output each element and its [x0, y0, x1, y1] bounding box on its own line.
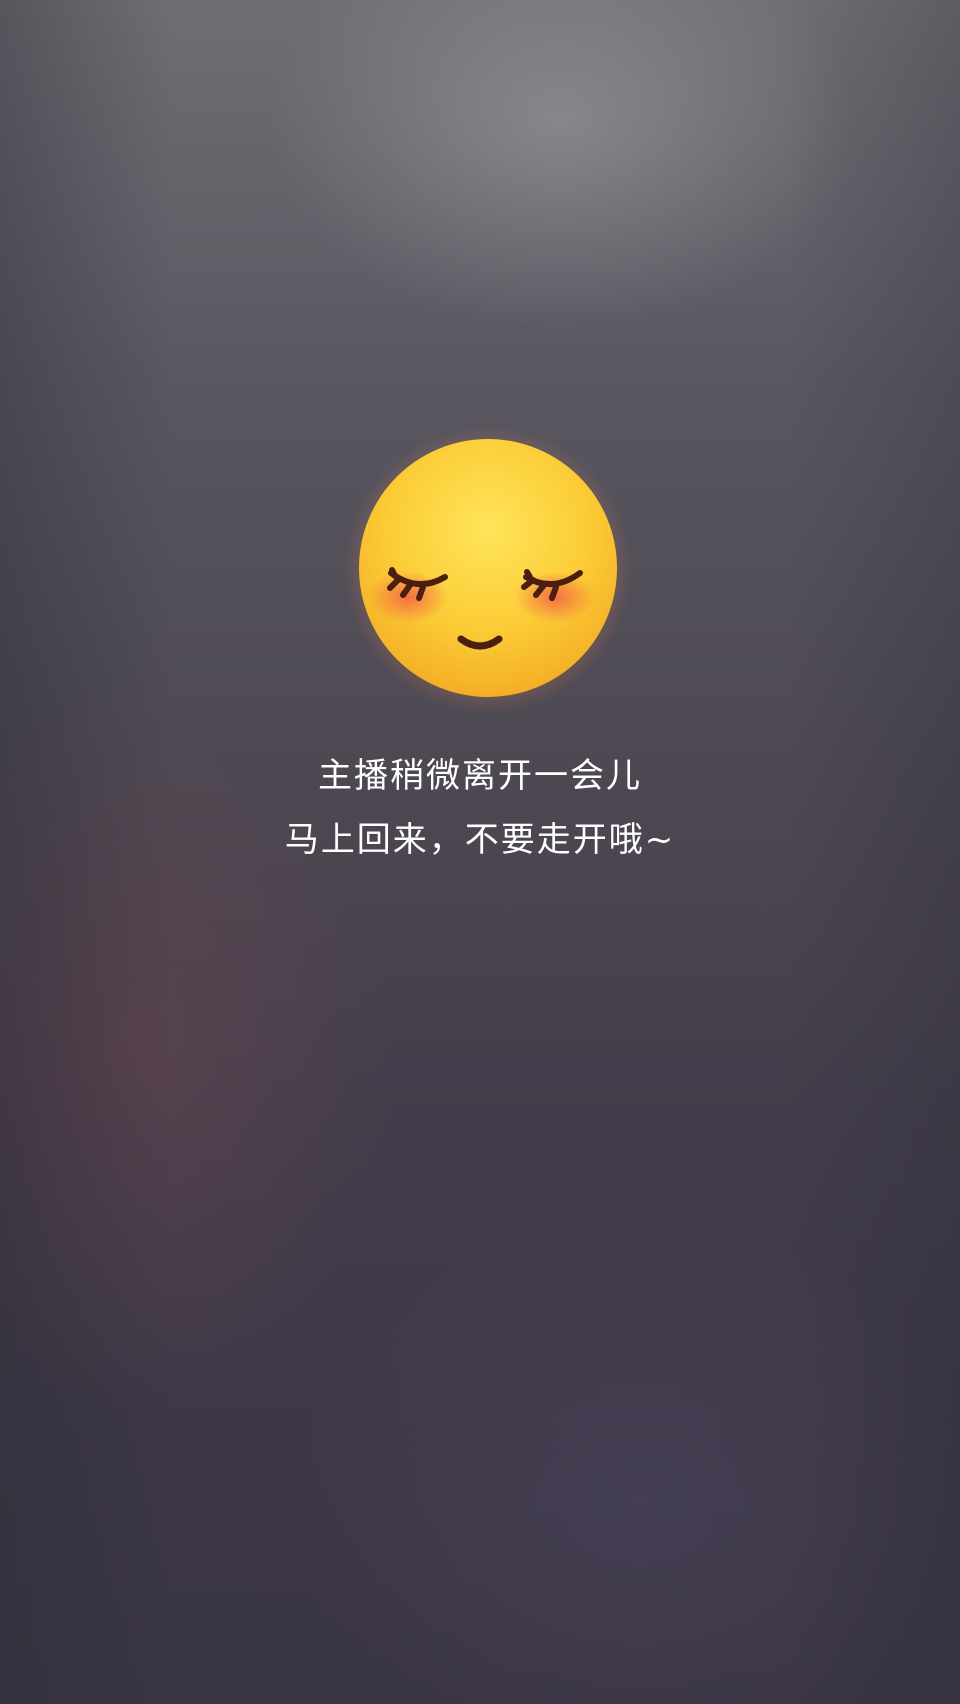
- away-message-line-1: 主播稍微离开一会儿: [318, 756, 642, 796]
- sleepy-face-icon: [343, 425, 633, 715]
- sleepy-face-graphic: [359, 439, 617, 697]
- away-message-line-2: 马上回来，不要走开哦~: [284, 820, 676, 860]
- face-circle: [359, 439, 617, 697]
- live-stream-away-screen: 主播稍微离开一会儿 马上回来，不要走开哦~: [0, 0, 960, 1704]
